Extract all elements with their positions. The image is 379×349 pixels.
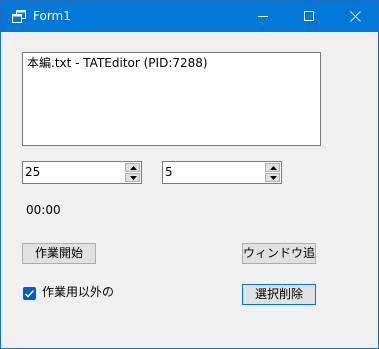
chevron-down-icon (270, 176, 277, 180)
break-down-button[interactable] (265, 173, 280, 182)
app-icon (12, 10, 26, 23)
chevron-up-icon (270, 166, 277, 170)
minimize-icon (258, 16, 268, 17)
list-item[interactable]: 本編.txt - TATEditor (PID:7288) (27, 56, 208, 70)
minutes-down-button[interactable] (125, 173, 140, 182)
minimize-button[interactable] (241, 1, 287, 32)
break-up-button[interactable] (265, 163, 280, 172)
start-work-button[interactable]: 作業開始 (22, 243, 96, 264)
break-stepper[interactable] (162, 161, 282, 184)
close-icon (350, 11, 361, 22)
minutes-stepper[interactable] (22, 161, 142, 184)
close-button[interactable] (333, 1, 379, 32)
minutes-input[interactable] (23, 162, 121, 181)
title-bar[interactable]: Form1 (1, 1, 378, 32)
window-list[interactable]: 本編.txt - TATEditor (PID:7288) (22, 52, 321, 146)
timer-display: 00:00 (26, 203, 61, 217)
maximize-icon (304, 11, 314, 21)
break-input[interactable] (163, 162, 261, 181)
window-title: Form1 (33, 9, 71, 23)
break-spin (265, 163, 280, 182)
minutes-up-button[interactable] (125, 163, 140, 172)
exclude-checkbox[interactable] (23, 287, 36, 300)
maximize-button[interactable] (287, 1, 333, 32)
checkmark-icon (25, 290, 34, 298)
chevron-up-icon (130, 166, 137, 170)
add-window-button[interactable]: ウィンドウ追 (242, 243, 316, 264)
minutes-spin (125, 163, 140, 182)
chevron-down-icon (130, 176, 137, 180)
exclude-checkbox-label[interactable]: 作業用以外の (42, 285, 114, 299)
main-window: Form1 本編.txt - TATEditor (PID:7288) 25 5… (0, 0, 379, 349)
delete-selected-button[interactable]: 選択削除 (242, 284, 316, 305)
